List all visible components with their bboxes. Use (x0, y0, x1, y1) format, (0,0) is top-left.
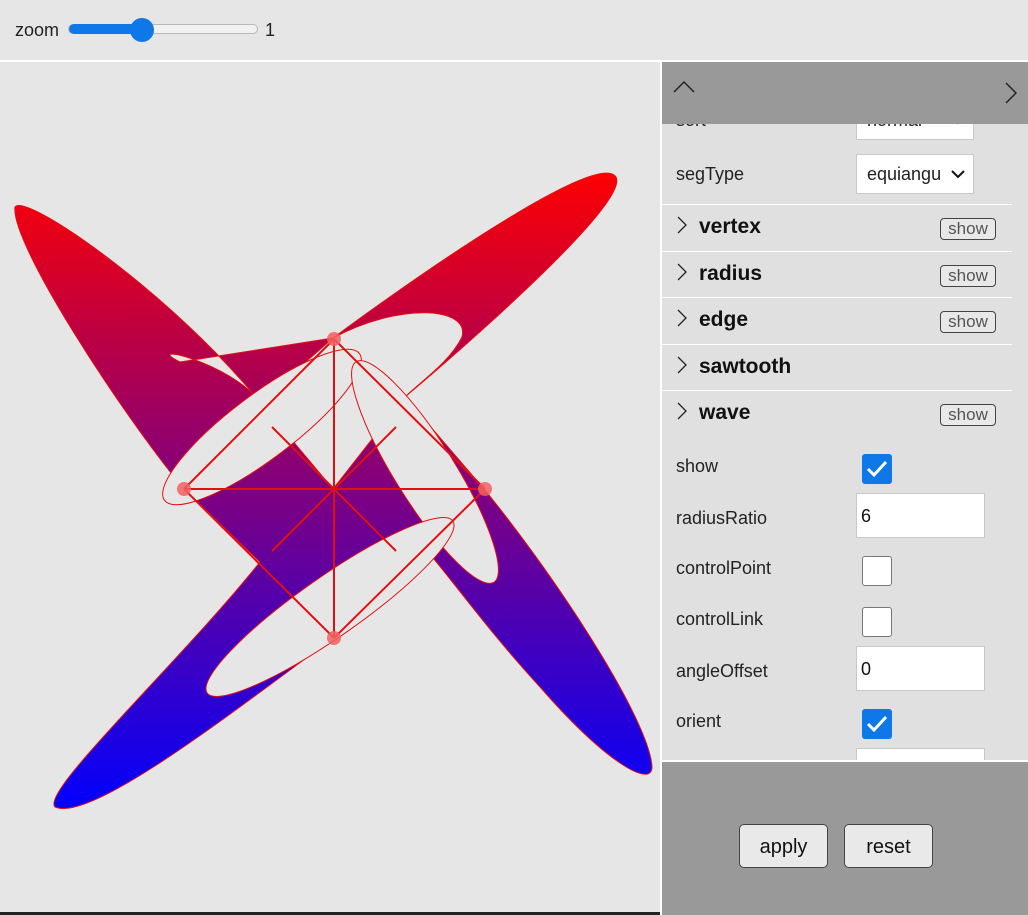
chevron-right-icon (677, 263, 687, 281)
zoom-slider-track[interactable] (68, 24, 258, 34)
show-button[interactable]: show (940, 265, 996, 287)
chevron-right-icon (677, 216, 687, 234)
show-button[interactable]: show (940, 311, 996, 333)
orient-checkbox[interactable] (862, 709, 892, 739)
reset-button[interactable]: reset (844, 824, 933, 868)
angleoffset-input[interactable]: 0 (856, 646, 985, 691)
chevron-up-icon[interactable] (672, 74, 698, 100)
settings-panel: sort normal segType equiangu vertex show… (660, 62, 1028, 915)
segtype-select[interactable]: equiangu (856, 154, 974, 194)
zoom-value: 1 (265, 20, 276, 40)
radiusratio-input[interactable]: 6 (856, 493, 985, 538)
section-title: wave (699, 401, 751, 424)
controlpoint-checkbox[interactable] (862, 556, 892, 586)
section-title: vertex (699, 215, 761, 238)
radiusratio-label: radiusRatio (676, 508, 768, 528)
chevron-right-icon (677, 309, 687, 327)
panel-footer: apply reset (662, 762, 1028, 915)
sort-select[interactable]: normal (856, 124, 974, 140)
sort-select-value: normal (867, 124, 922, 130)
chevron-right-icon[interactable] (1000, 80, 1020, 106)
angleoffset-label: angleOffset (676, 661, 768, 681)
vertex-point (327, 332, 341, 346)
section-vertex[interactable]: vertex show (662, 204, 1012, 250)
vertex-point (177, 482, 191, 496)
section-title: edge (699, 308, 749, 331)
show-checkbox[interactable] (862, 454, 892, 484)
controllink-label: controlLink (676, 609, 764, 629)
chevron-right-icon (677, 356, 687, 374)
section-title: radius (699, 262, 763, 285)
zoom-toolbar: zoom 1 (0, 0, 1028, 62)
segtype-select-value: equiangu (867, 164, 942, 184)
panel-scroll-area[interactable]: sort normal segType equiangu vertex show… (662, 124, 1028, 760)
controllink-checkbox[interactable] (862, 607, 892, 637)
section-sawtooth[interactable]: sawtooth (662, 344, 1012, 390)
next-field-input[interactable] (856, 748, 985, 760)
segtype-label: segType (676, 164, 745, 184)
chevron-down-icon (951, 170, 965, 179)
section-wave[interactable]: wave show (662, 390, 1012, 436)
zoom-slider-thumb[interactable] (130, 18, 155, 42)
section-title: sawtooth (699, 355, 792, 378)
show-button[interactable]: show (940, 404, 996, 426)
panel-header (662, 62, 1028, 124)
sort-label: sort (676, 124, 706, 131)
zoom-label: zoom (15, 20, 60, 40)
show-button[interactable]: show (940, 218, 996, 240)
section-radius[interactable]: radius show (662, 251, 1012, 297)
drawing-canvas[interactable] (0, 62, 660, 915)
show-label: show (676, 456, 719, 476)
vertex-point (478, 482, 492, 496)
shape-drawing (14, 172, 653, 809)
controlpoint-label: controlPoint (676, 558, 772, 578)
checkmark-icon (866, 460, 888, 478)
chevron-right-icon (677, 402, 687, 420)
vertex-point (327, 631, 341, 645)
apply-button[interactable]: apply (739, 824, 828, 868)
checkmark-icon (866, 715, 888, 733)
section-edge[interactable]: edge show (662, 297, 1012, 343)
orient-label: orient (676, 711, 722, 731)
chevron-down-icon (957, 124, 959, 125)
